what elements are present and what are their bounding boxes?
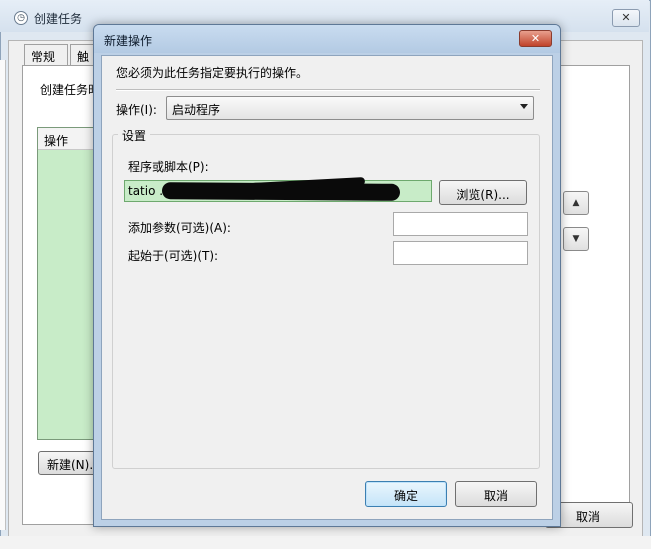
tab-general[interactable]: 常规 [24,44,68,66]
actions-list-header[interactable]: 操作 [38,128,96,150]
create-task-title: 创建任务 [34,12,83,26]
instruction-text: 您必须为此任务指定要执行的操作。 [116,66,309,80]
arguments-label: 添加参数(可选)(A): [128,221,231,235]
actions-description: 创建任务时 [40,83,101,97]
new-action-button[interactable]: 新建(N)... [38,451,98,475]
action-dropdown[interactable]: 启动程序 [166,96,534,120]
arrow-up-icon: ▲ [572,198,580,208]
browse-button[interactable]: 浏览(R)... [439,180,527,205]
settings-group-label: 设置 [118,127,151,144]
background-left-strip [0,60,6,530]
start-in-label: 起始于(可选)(T): [128,249,219,263]
start-in-input[interactable] [393,241,528,265]
create-task-close-button[interactable]: ✕ [612,9,640,27]
action-label: 操作(I): [116,103,157,117]
program-script-label: 程序或脚本(P): [128,160,209,174]
new-action-titlebar[interactable] [94,25,560,53]
arguments-input[interactable] [393,212,528,236]
move-down-button[interactable]: ▼ [563,227,589,251]
new-action-title: 新建操作 [104,34,153,48]
clock-icon: ◷ [14,11,28,25]
arrow-down-icon: ▼ [572,234,580,244]
close-icon: ✕ [530,32,541,45]
move-up-button[interactable]: ▲ [563,191,589,215]
cancel-button[interactable]: 取消 [455,481,537,507]
new-action-close-button[interactable]: ✕ [519,30,552,47]
ok-button[interactable]: 确定 [365,481,447,507]
separator [116,89,540,91]
chevron-down-icon [520,104,528,109]
actions-list[interactable] [37,127,97,440]
background-bottom-strip [0,536,651,549]
